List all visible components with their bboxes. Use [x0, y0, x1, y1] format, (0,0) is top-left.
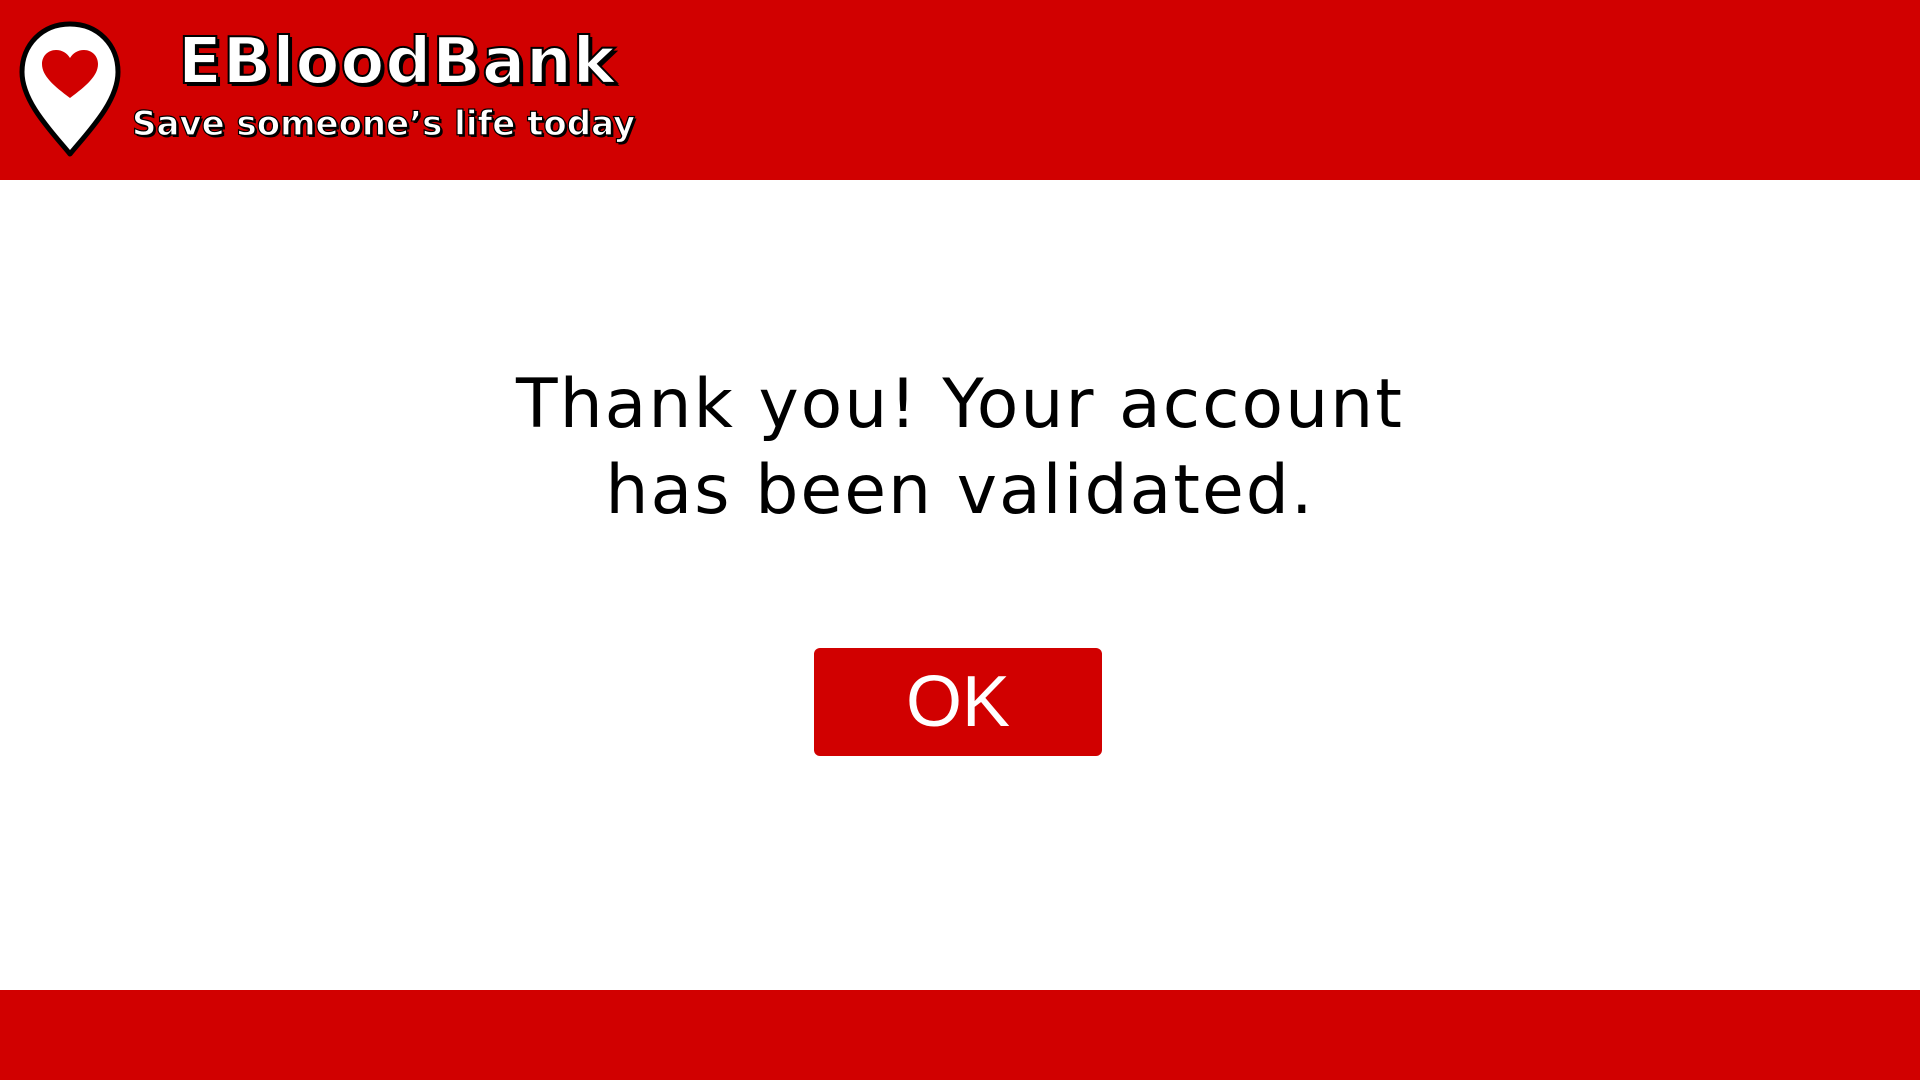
heart-location-pin-icon	[19, 21, 121, 157]
ok-button[interactable]: OK	[814, 648, 1102, 756]
confirmation-message: Thank you! Your account has been validat…	[0, 362, 1920, 534]
footer-bar	[0, 990, 1920, 1080]
tagline: Save someone’s life today	[131, 103, 636, 144]
brand-name: EBloodBank	[177, 24, 617, 100]
message-line-2: has been validated.	[605, 451, 1315, 530]
header-bar: EBloodBank Save someone’s life today	[0, 0, 1920, 180]
message-line-1: Thank you! Your account	[516, 365, 1404, 444]
